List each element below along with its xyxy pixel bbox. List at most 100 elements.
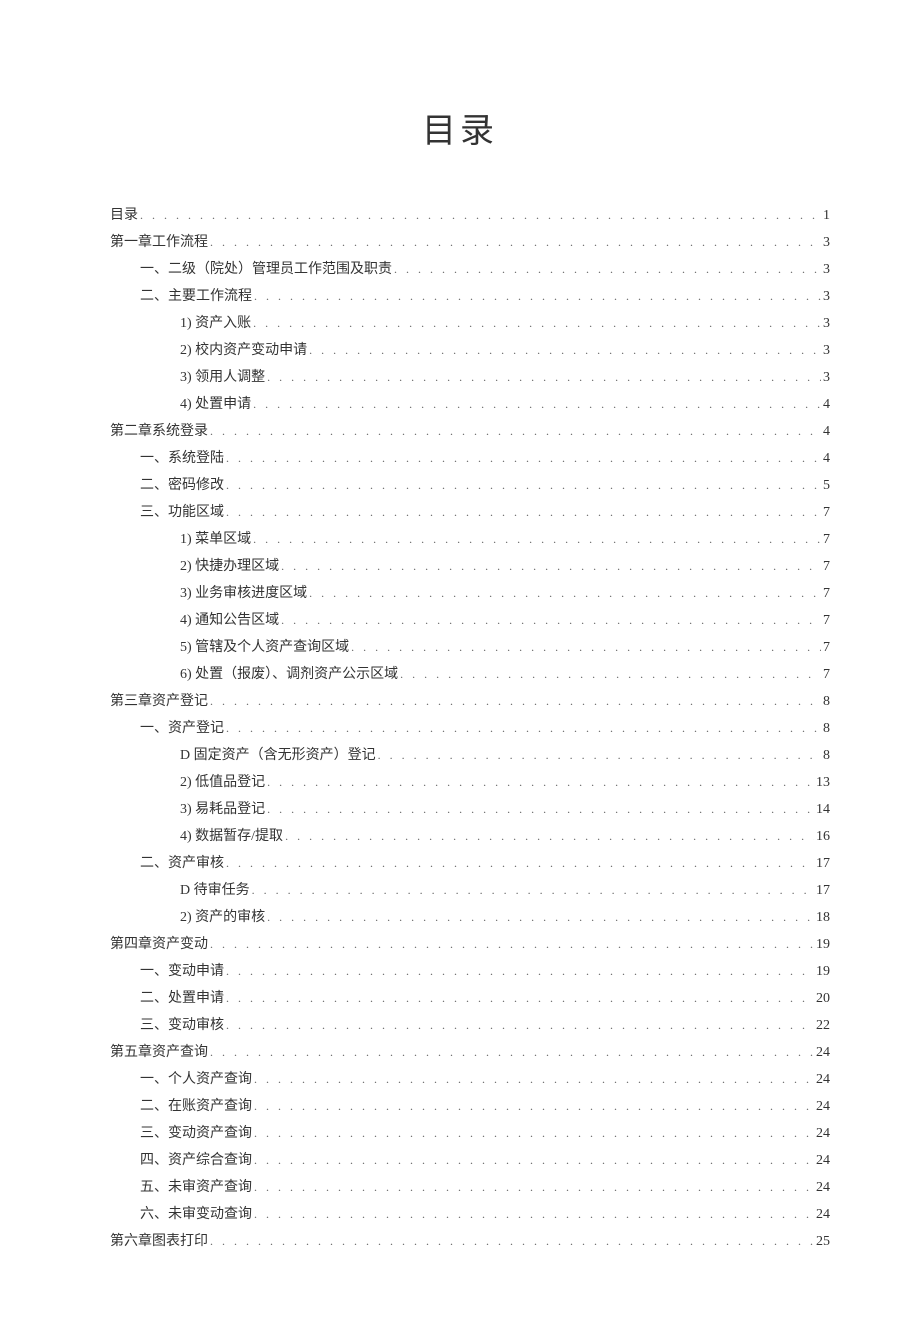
toc-entry[interactable]: 二、资产审核. . . . . . . . . . . . . . . . . … [90,850,830,877]
toc-page-number: 25 [816,1229,830,1255]
toc-label: 三、功能区域 [140,500,224,526]
toc-page-number: 24 [816,1175,830,1201]
toc-page-number: 3 [823,338,830,364]
toc-entry[interactable]: 2) 校内资产变动申请. . . . . . . . . . . . . . .… [90,337,830,364]
toc-page-number: 19 [816,932,830,958]
toc-entry[interactable]: 第一章工作流程. . . . . . . . . . . . . . . . .… [90,229,830,256]
toc-label: 2) 低值品登记 [180,770,265,796]
toc-leader-dots: . . . . . . . . . . . . . . . . . . . . … [210,1228,814,1254]
toc-page-number: 17 [816,851,830,877]
toc-label: 5) 管辖及个人资产查询区域 [180,635,349,661]
toc-page-number: 20 [816,986,830,1012]
toc-entry[interactable]: 一、资产登记. . . . . . . . . . . . . . . . . … [90,715,830,742]
toc-leader-dots: . . . . . . . . . . . . . . . . . . . . … [226,445,821,471]
toc-entry[interactable]: D 固定资产（含无形资产）登记. . . . . . . . . . . . .… [90,742,830,769]
toc-leader-dots: . . . . . . . . . . . . . . . . . . . . … [254,1174,814,1200]
toc-leader-dots: . . . . . . . . . . . . . . . . . . . . … [267,769,814,795]
page-title: 目录 [90,103,830,152]
toc-entry[interactable]: 三、功能区域. . . . . . . . . . . . . . . . . … [90,499,830,526]
toc-label: 第一章工作流程 [110,230,208,256]
toc-entry[interactable]: 第四章资产变动. . . . . . . . . . . . . . . . .… [90,931,830,958]
toc-page-number: 5 [823,473,830,499]
toc-entry[interactable]: 1) 菜单区域. . . . . . . . . . . . . . . . .… [90,526,830,553]
toc-entry[interactable]: 三、变动审核. . . . . . . . . . . . . . . . . … [90,1012,830,1039]
toc-label: 2) 校内资产变动申请 [180,338,307,364]
toc-entry[interactable]: 3) 业务审核进度区域. . . . . . . . . . . . . . .… [90,580,830,607]
toc-label: 2) 资产的审核 [180,905,265,931]
toc-entry[interactable]: 二、主要工作流程. . . . . . . . . . . . . . . . … [90,283,830,310]
toc-page-number: 8 [823,743,830,769]
toc-entry[interactable]: 4) 数据暂存/提取. . . . . . . . . . . . . . . … [90,823,830,850]
toc-entry[interactable]: 第六章图表打印. . . . . . . . . . . . . . . . .… [90,1228,830,1255]
toc-page-number: 17 [816,878,830,904]
toc-label: 3) 领用人调整 [180,365,265,391]
toc-entry[interactable]: 第二章系统登录. . . . . . . . . . . . . . . . .… [90,418,830,445]
toc-entry[interactable]: 2) 低值品登记. . . . . . . . . . . . . . . . … [90,769,830,796]
toc-entry[interactable]: 目录. . . . . . . . . . . . . . . . . . . … [90,202,830,229]
toc-label: 第三章资产登记 [110,689,208,715]
toc-leader-dots: . . . . . . . . . . . . . . . . . . . . … [254,283,821,309]
toc-entry[interactable]: 三、变动资产查询. . . . . . . . . . . . . . . . … [90,1120,830,1147]
toc-leader-dots: . . . . . . . . . . . . . . . . . . . . … [267,364,821,390]
toc-page-number: 7 [823,662,830,688]
toc-entry[interactable]: 第三章资产登记. . . . . . . . . . . . . . . . .… [90,688,830,715]
toc-entry[interactable]: 五、未审资产查询. . . . . . . . . . . . . . . . … [90,1174,830,1201]
toc-leader-dots: . . . . . . . . . . . . . . . . . . . . … [226,850,814,876]
toc-entry[interactable]: 二、密码修改. . . . . . . . . . . . . . . . . … [90,472,830,499]
toc-entry[interactable]: 一、二级（院处）管理员工作范围及职责. . . . . . . . . . . … [90,256,830,283]
toc-entry[interactable]: 一、个人资产查询. . . . . . . . . . . . . . . . … [90,1066,830,1093]
toc-entry[interactable]: 2) 资产的审核. . . . . . . . . . . . . . . . … [90,904,830,931]
toc-leader-dots: . . . . . . . . . . . . . . . . . . . . … [252,877,814,903]
toc-entry[interactable]: 3) 领用人调整. . . . . . . . . . . . . . . . … [90,364,830,391]
toc-page-number: 4 [823,419,830,445]
toc-entry[interactable]: 6) 处置（报废）、调剂资产公示区域. . . . . . . . . . . … [90,661,830,688]
toc-label: 1) 菜单区域 [180,527,251,553]
toc-entry[interactable]: 4) 通知公告区域. . . . . . . . . . . . . . . .… [90,607,830,634]
toc-entry[interactable]: 4) 处置申请. . . . . . . . . . . . . . . . .… [90,391,830,418]
toc-page-number: 24 [816,1148,830,1174]
toc-label: 1) 资产入账 [180,311,251,337]
toc-page-number: 22 [816,1013,830,1039]
toc-leader-dots: . . . . . . . . . . . . . . . . . . . . … [226,715,821,741]
toc-page-number: 19 [816,959,830,985]
toc-page-number: 18 [816,905,830,931]
toc-entry[interactable]: 一、变动申请. . . . . . . . . . . . . . . . . … [90,958,830,985]
toc-leader-dots: . . . . . . . . . . . . . . . . . . . . … [281,607,821,633]
toc-entry[interactable]: 二、处置申请. . . . . . . . . . . . . . . . . … [90,985,830,1012]
toc-leader-dots: . . . . . . . . . . . . . . . . . . . . … [226,985,814,1011]
toc-leader-dots: . . . . . . . . . . . . . . . . . . . . … [226,1012,814,1038]
toc-label: 三、变动资产查询 [140,1121,252,1147]
toc-label: 3) 业务审核进度区域 [180,581,307,607]
toc-entry[interactable]: 第五章资产查询. . . . . . . . . . . . . . . . .… [90,1039,830,1066]
toc-entry[interactable]: 四、资产综合查询. . . . . . . . . . . . . . . . … [90,1147,830,1174]
toc-label: 3) 易耗品登记 [180,797,265,823]
toc-page-number: 24 [816,1040,830,1066]
toc-label: 三、变动审核 [140,1013,224,1039]
toc-leader-dots: . . . . . . . . . . . . . . . . . . . . … [226,472,821,498]
toc-page-number: 7 [823,554,830,580]
toc-entry[interactable]: 1) 资产入账. . . . . . . . . . . . . . . . .… [90,310,830,337]
toc-entry[interactable]: 一、系统登陆. . . . . . . . . . . . . . . . . … [90,445,830,472]
toc-entry[interactable]: 5) 管辖及个人资产查询区域. . . . . . . . . . . . . … [90,634,830,661]
toc-entry[interactable]: 六、未审变动查询. . . . . . . . . . . . . . . . … [90,1201,830,1228]
toc-entry[interactable]: 2) 快捷办理区域. . . . . . . . . . . . . . . .… [90,553,830,580]
toc-label: 目录 [110,203,138,229]
toc-leader-dots: . . . . . . . . . . . . . . . . . . . . … [140,202,821,228]
toc-page-number: 14 [816,797,830,823]
toc-entry[interactable]: D 待审任务. . . . . . . . . . . . . . . . . … [90,877,830,904]
toc-label: 一、系统登陆 [140,446,224,472]
toc-page-number: 4 [823,446,830,472]
toc-leader-dots: . . . . . . . . . . . . . . . . . . . . … [400,661,821,687]
toc-page-number: 16 [816,824,830,850]
toc-page-number: 13 [816,770,830,796]
toc-page-number: 24 [816,1094,830,1120]
toc-leader-dots: . . . . . . . . . . . . . . . . . . . . … [281,553,821,579]
toc-label: 4) 数据暂存/提取 [180,824,283,850]
toc-entry[interactable]: 二、在账资产查询. . . . . . . . . . . . . . . . … [90,1093,830,1120]
toc-label: 6) 处置（报废）、调剂资产公示区域 [180,662,398,688]
toc-entry[interactable]: 3) 易耗品登记. . . . . . . . . . . . . . . . … [90,796,830,823]
toc-page-number: 3 [823,365,830,391]
toc-label: 六、未审变动查询 [140,1202,252,1228]
toc-page-number: 24 [816,1202,830,1228]
toc-label: 4) 处置申请 [180,392,251,418]
